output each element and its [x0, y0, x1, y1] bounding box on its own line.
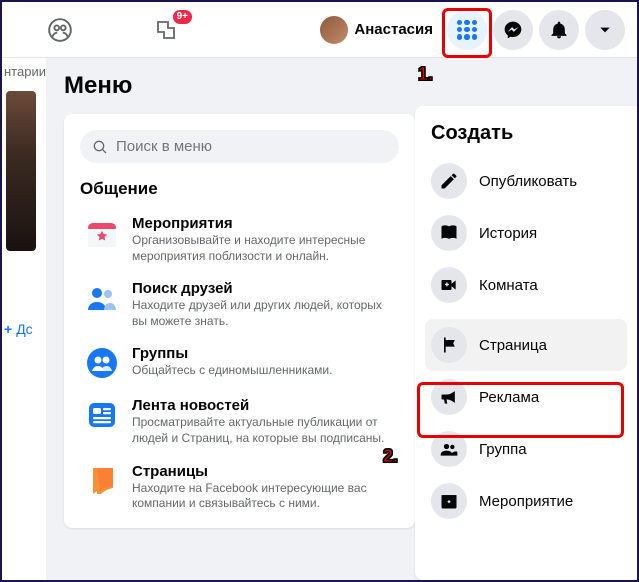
- menu-item-title: Группы: [132, 345, 395, 362]
- menu-item-title: Лента новостей: [132, 397, 395, 414]
- edit-icon: [431, 163, 467, 199]
- strip-truncated-text: нтарии: [4, 64, 46, 79]
- menu-item-title: Страницы: [132, 463, 395, 480]
- top-bar: 9+ Анастасия: [2, 2, 637, 58]
- menu-item-find-friends[interactable]: Поиск друзей Находите друзей или других …: [80, 272, 399, 337]
- profile-name: Анастасия: [354, 21, 433, 38]
- left-sidebar-strip: нтарии + Дс: [2, 58, 46, 580]
- create-heading: Создать: [431, 122, 621, 145]
- menu-item-title: Мероприятия: [132, 215, 395, 232]
- section-title: Общение: [80, 179, 399, 199]
- book-icon: [431, 215, 467, 251]
- create-story[interactable]: История: [425, 207, 627, 259]
- messenger-button[interactable]: [493, 10, 533, 50]
- menu-item-groups[interactable]: Группы Общайтесь с единомышленниками.: [80, 337, 399, 389]
- search-icon: [92, 139, 108, 155]
- story-thumbnail[interactable]: [6, 91, 36, 251]
- menu-button[interactable]: [447, 10, 487, 50]
- groups-icon: [84, 345, 120, 381]
- megaphone-icon: [431, 379, 467, 415]
- groups-nav-icon[interactable]: [42, 12, 78, 48]
- video-plus-icon: [431, 267, 467, 303]
- newsfeed-icon: [84, 397, 120, 433]
- menu-item-desc: Организовывайте и находите интересные ме…: [132, 233, 395, 264]
- create-label: Опубликовать: [479, 173, 577, 190]
- create-group[interactable]: Группа: [425, 423, 627, 475]
- gaming-nav-icon[interactable]: 9+: [148, 12, 184, 48]
- group-icon: [431, 431, 467, 467]
- account-button[interactable]: [585, 10, 625, 50]
- menu-item-title: Поиск друзей: [132, 280, 395, 297]
- notifications-button[interactable]: [539, 10, 579, 50]
- profile-chip[interactable]: Анастасия: [312, 12, 441, 48]
- menu-item-desc: Находите на Facebook интересующие вас ко…: [132, 481, 395, 512]
- menu-item-desc: Просматривайте актуальные публикации от …: [132, 415, 395, 446]
- menu-item-newsfeed[interactable]: Лента новостей Просматривайте актуальные…: [80, 389, 399, 454]
- menu-item-desc: Находите друзей или других людей, которы…: [132, 298, 395, 329]
- gaming-badge: 9+: [173, 10, 192, 24]
- pages-icon: [84, 463, 120, 499]
- menu-panel: Меню Общение Мероприятия Организовывайте…: [46, 58, 637, 580]
- strip-add-label: Дс: [16, 321, 32, 337]
- create-label: Мероприятие: [479, 493, 573, 510]
- create-label: История: [479, 225, 537, 242]
- calendar-plus-icon: [431, 483, 467, 519]
- create-label: Комната: [479, 277, 538, 294]
- menu-item-pages[interactable]: Страницы Находите на Facebook интересующ…: [80, 455, 399, 520]
- avatar: [320, 16, 348, 44]
- menu-heading: Меню: [64, 72, 415, 100]
- create-page[interactable]: Страница: [425, 319, 627, 371]
- marker-2: 2.: [383, 446, 398, 467]
- menu-grid-icon: [457, 20, 477, 40]
- create-room[interactable]: Комната: [425, 259, 627, 311]
- friends-icon: [84, 280, 120, 316]
- menu-card: Общение Мероприятия Организовывайте и на…: [64, 114, 415, 528]
- create-panel: Создать Опубликовать История Комната Ст: [415, 106, 637, 580]
- menu-item-desc: Общайтесь с единомышленниками.: [132, 363, 395, 379]
- plus-icon: +: [4, 321, 12, 337]
- create-ad[interactable]: Реклама: [425, 371, 627, 423]
- menu-search[interactable]: [80, 130, 399, 163]
- flag-icon: [431, 327, 467, 363]
- create-label: Страница: [479, 337, 547, 354]
- menu-item-events[interactable]: Мероприятия Организовывайте и находите и…: [80, 207, 399, 272]
- strip-add[interactable]: + Дс: [4, 321, 46, 337]
- search-input[interactable]: [116, 138, 387, 155]
- create-label: Реклама: [479, 389, 539, 406]
- create-post[interactable]: Опубликовать: [425, 155, 627, 207]
- events-icon: [84, 215, 120, 251]
- create-event[interactable]: Мероприятие: [425, 475, 627, 527]
- marker-1: 1.: [418, 64, 433, 85]
- create-label: Группа: [479, 441, 527, 458]
